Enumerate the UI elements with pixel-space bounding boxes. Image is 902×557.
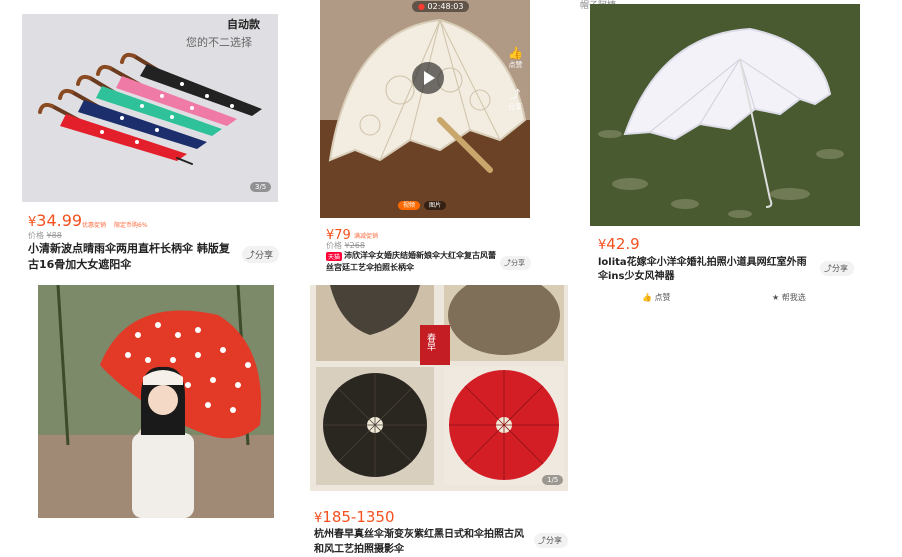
product-title[interactable]: 小清新波点晴雨伞两用直杆长柄伞 韩版复古16骨加大女遮阳伞 — [28, 241, 238, 273]
price: ¥34.99 — [28, 211, 83, 230]
price: ¥185-1350 — [314, 508, 395, 526]
product-image-5[interactable]: 春早 1/5 — [310, 285, 568, 491]
tab-video[interactable]: 视频 — [398, 201, 421, 210]
image-pager: 1/5 — [542, 475, 564, 485]
product-card-5[interactable]: 春早 1/5 ¥185-1350 杭州春早真丝伞渐变灰紫红黑日式和伞拍照古风和风… — [308, 285, 570, 557]
tab-image[interactable]: 图片 — [423, 201, 446, 210]
orig-price-label: 价格 ¥88 — [28, 231, 62, 240]
brand-seal: 春早 — [425, 333, 435, 351]
overlay-subtitle: 您的不二选择 — [186, 36, 252, 49]
product-title[interactable]: 杭州春早真丝伞渐变灰紫红黑日式和伞拍照古风和风工艺拍照摄影伞 — [314, 527, 528, 557]
play-icon[interactable] — [412, 62, 444, 94]
share-button[interactable]: ⤴分享 — [500, 256, 531, 270]
product-image-1[interactable]: 自动款 您的不二选择 3/5 — [22, 14, 278, 202]
lace-umbrella-image — [320, 0, 530, 218]
video-time-badge: ● 02:48:03 — [412, 1, 470, 12]
thumbs-up-icon: 👍 — [642, 293, 652, 302]
thumbs-up-icon: 👍 — [508, 46, 523, 60]
white-umbrella-image — [590, 4, 860, 226]
product-image-3[interactable] — [590, 4, 860, 226]
share-icon: ⤴ — [509, 88, 521, 101]
red-polka-umbrella-image — [38, 285, 274, 518]
product-card-3[interactable]: 帽子阿姨 ¥42.9 lolita花嫁伞小洋伞婚礼拍照小道具网红室外雨伞ins少… — [580, 1, 862, 308]
paper-umbrella-image — [310, 285, 568, 491]
share-icon: ⤴ — [504, 259, 511, 267]
product-card-1[interactable]: 自动款 您的不二选择 3/5 ¥34.99 优惠促销 限定币购6% 价格 ¥88… — [20, 14, 282, 276]
side-like-button[interactable]: 👍 点赞 — [508, 46, 523, 70]
share-button[interactable]: ⤴分享 — [242, 246, 280, 263]
price: ¥42.9 — [598, 235, 640, 253]
like-button[interactable]: 👍 点赞 — [642, 292, 671, 303]
side-share-button[interactable]: ⤴ 分享 — [508, 86, 522, 112]
share-icon: ⤴ — [538, 536, 546, 545]
product-card-2[interactable]: ● 02:48:03 👍 点赞 ⤴ 分享 视频 图片 ¥79 满减促销 价格 ¥… — [318, 0, 531, 278]
promo-tag-1: 优惠促销 — [82, 222, 107, 229]
overlay-title: 自动款 — [227, 18, 260, 31]
promo-tag: 满减促销 — [354, 233, 379, 240]
product-title[interactable]: 沛欣洋伞女婚庆结婚新娘伞大红伞复古风蕾丝宫廷工艺伞拍照长柄伞 — [326, 250, 496, 274]
product-image-2[interactable]: ● 02:48:03 👍 点赞 ⤴ 分享 视频 图片 — [320, 0, 530, 218]
media-toggle[interactable]: 视频 图片 — [398, 200, 446, 210]
product-title[interactable]: lolita花嫁伞小洋伞婚礼拍照小道具网红室外雨伞ins少女风神器 — [598, 256, 808, 284]
share-button[interactable]: ⤴分享 — [534, 533, 568, 548]
share-icon: ⤴ — [824, 264, 832, 273]
share-button[interactable]: ⤴分享 — [820, 261, 854, 276]
help-icon: ★ — [772, 293, 780, 302]
promo-tag-2: 限定币购6% — [114, 222, 148, 229]
product-image-4[interactable] — [38, 285, 274, 518]
help-choose-button[interactable]: ★ 帮我选 — [772, 292, 806, 303]
image-pager: 3/5 — [250, 182, 272, 192]
share-icon: ⤴ — [246, 251, 256, 261]
